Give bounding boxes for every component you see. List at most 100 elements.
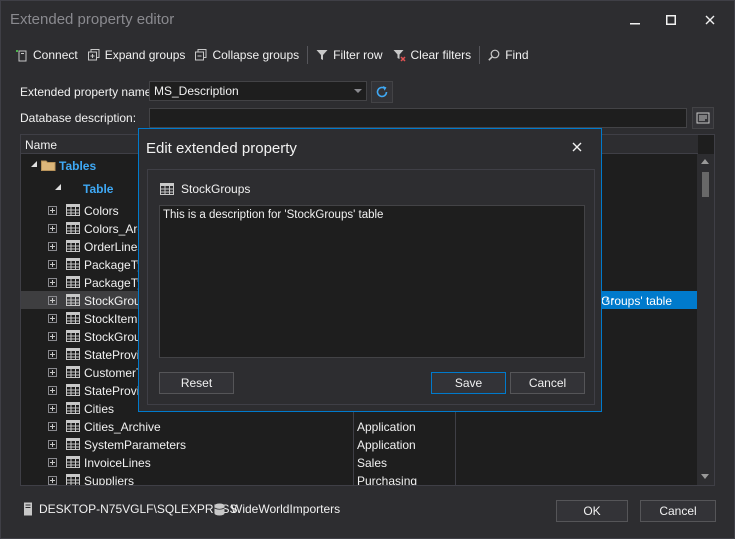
toolbar-separator [307,46,309,64]
search-icon [488,49,500,61]
expand-icon[interactable] [48,224,57,233]
db-description-field[interactable] [149,108,687,128]
refresh-button[interactable] [371,81,393,103]
maximize-icon [666,15,676,25]
expand-icon[interactable] [48,458,57,467]
cancel-button[interactable]: Cancel [640,500,716,522]
table-icon [66,276,80,288]
scroll-thumb[interactable] [702,172,709,197]
expand-icon[interactable] [48,368,57,377]
table-icon [66,204,80,216]
expand-groups-button[interactable]: Expand groups [83,44,191,66]
filter-icon [316,50,328,60]
expand-groups-icon [87,49,100,61]
table-icon [160,183,174,195]
group-label-tables: Tables [59,159,97,173]
chevron-down-icon [354,89,362,93]
table-row[interactable]: SystemParameters Application [21,435,698,453]
expand-icon[interactable] [48,332,57,341]
edit-property-dialog: Edit extended property StockGroups This … [138,128,602,412]
close-icon [705,15,715,25]
clear-filters-button[interactable]: Clear filters [388,44,477,66]
dialog-title: Edit extended property [146,140,297,157]
selected-description-cell[interactable]: Groups' table ··· [597,291,698,309]
expand-icon[interactable] [48,278,57,287]
expand-icon[interactable] [48,440,57,449]
row-name: SystemParameters [84,438,187,452]
collapse-groups-button[interactable]: Collapse groups [190,44,304,66]
server-name: DESKTOP-N75VGLF\SQLEXPRESS [39,502,238,516]
database-icon [214,503,225,515]
ellipsis-button[interactable]: ··· [601,292,694,306]
expand-icon[interactable] [48,350,57,359]
table-icon [66,384,80,396]
expand-icon[interactable] [48,260,57,269]
table-icon [66,294,80,306]
dialog-close-button[interactable] [569,139,585,155]
name-column-header[interactable]: Name [25,138,57,152]
expand-icon[interactable] [48,404,57,413]
row-name: Colors [84,204,119,218]
folder-icon [41,160,56,171]
row-schema: Application [357,438,416,452]
property-name-label: Extended property name: [20,85,155,99]
object-name: StockGroups [181,182,251,196]
expand-icon[interactable] [48,242,57,251]
save-button[interactable]: Save [431,372,506,394]
property-name-combo[interactable]: MS_Description [149,81,367,101]
row-schema: Sales [357,456,388,470]
table-row[interactable]: InvoiceLines Sales [21,453,698,471]
expand-icon[interactable] [48,296,57,305]
collapse-arrow-icon[interactable] [31,161,37,167]
clear-filters-label: Clear filters [410,48,472,62]
dialog-panel: StockGroups This is a description for 'S… [147,169,595,405]
expand-icon[interactable] [48,422,57,431]
row-name: InvoiceLines [84,456,151,470]
reset-button[interactable]: Reset [159,372,234,394]
table-icon [66,474,80,485]
row-schema: Application [357,420,416,434]
row-name: Cities_Archive [84,420,161,434]
object-header: StockGroups [160,182,250,196]
refresh-icon [376,86,388,98]
table-icon [66,456,80,468]
window-title: Extended property editor [10,11,175,28]
find-button[interactable]: Find [483,44,533,66]
connect-label: Connect [33,48,78,62]
description-text: This is a description for 'StockGroups' … [163,209,384,221]
edit-description-button[interactable] [692,107,714,129]
table-icon [66,438,80,450]
maximize-button[interactable] [658,9,684,31]
minimize-icon [630,23,640,25]
table-icon [66,222,80,234]
table-row[interactable]: Suppliers Purchasing [21,471,698,486]
expand-icon[interactable] [48,314,57,323]
find-label: Find [505,48,529,62]
connect-icon [16,50,27,62]
scroll-down-icon[interactable] [701,474,709,479]
db-description-label: Database description: [20,111,137,125]
clear-filter-icon [393,49,406,62]
minimize-button[interactable] [622,9,648,31]
row-name: Cities [84,402,115,416]
expand-icon[interactable] [48,476,57,485]
description-textarea[interactable]: This is a description for 'StockGroups' … [159,205,585,358]
vertical-scrollbar[interactable] [697,154,714,485]
table-icon [66,312,80,324]
collapse-groups-label: Collapse groups [212,48,300,62]
dialog-cancel-button[interactable]: Cancel [510,372,585,394]
scroll-up-icon[interactable] [701,159,709,164]
expand-icon[interactable] [48,386,57,395]
expand-icon[interactable] [48,206,57,215]
close-button[interactable] [697,9,723,31]
table-icon [66,258,80,270]
table-icon [66,330,80,342]
expand-groups-label: Expand groups [104,48,186,62]
filter-row-button[interactable]: Filter row [311,44,387,66]
connect-button[interactable]: Connect [11,44,83,66]
close-icon [572,142,582,152]
table-row[interactable]: Cities_Archive Application [21,417,698,435]
ok-button[interactable]: OK [556,500,628,522]
collapse-arrow-icon[interactable] [55,184,61,190]
row-name: Suppliers [84,474,135,486]
